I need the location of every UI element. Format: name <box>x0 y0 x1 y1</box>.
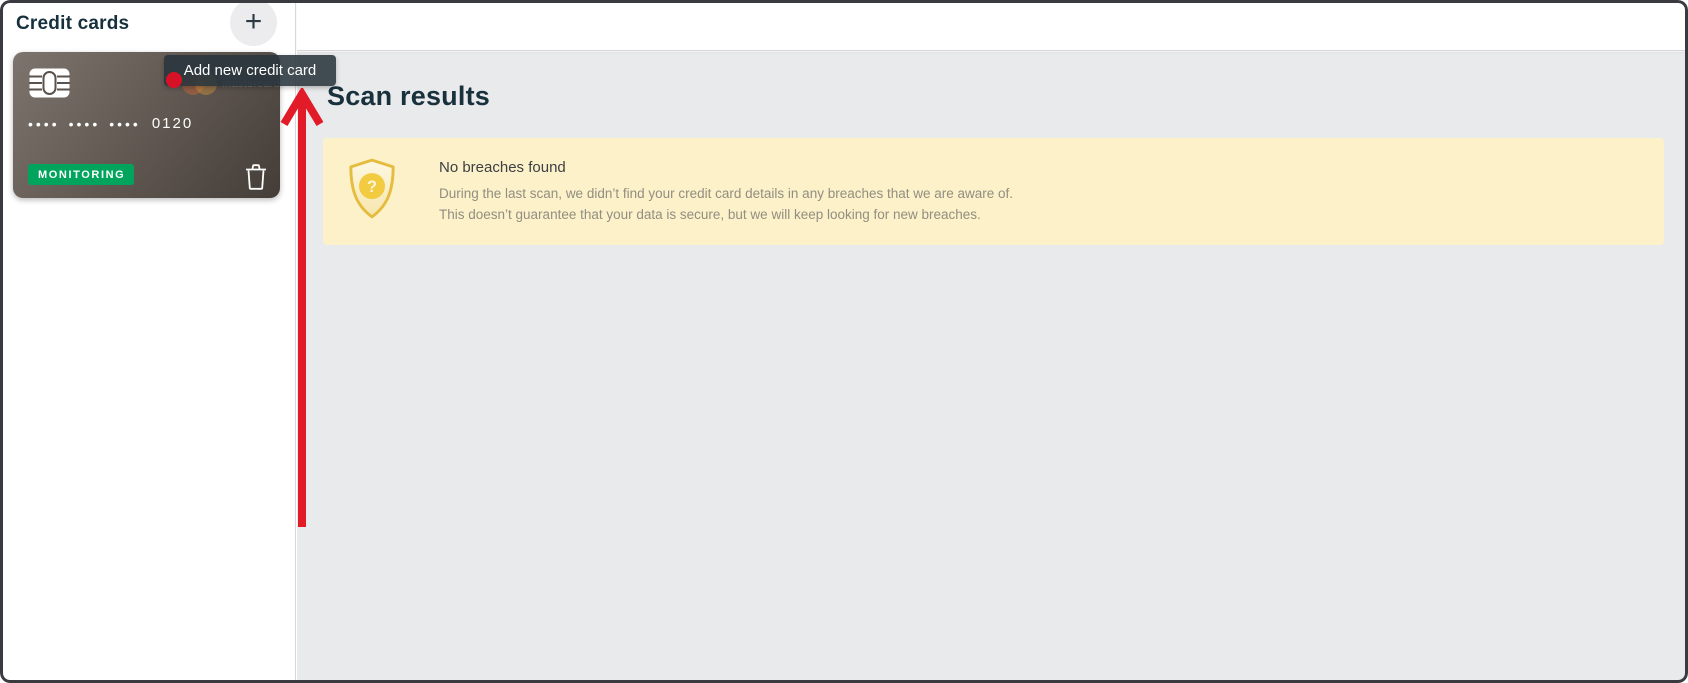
credit-cards-sidebar: Credit cards + •••• •••• •••• 0120 MONIT… <box>0 0 296 683</box>
masked-group: •••• <box>109 115 141 132</box>
sidebar-header: Credit cards + <box>0 0 295 50</box>
delete-card-button[interactable] <box>245 164 267 190</box>
app-window: Scan results ? No breaches found During … <box>0 0 1688 683</box>
masked-card-number: •••• •••• •••• 0120 <box>28 115 193 132</box>
svg-text:?: ? <box>367 178 377 196</box>
add-card-tooltip: Add new credit card <box>164 55 336 86</box>
add-credit-card-button[interactable]: + <box>230 0 277 46</box>
sidebar-title: Credit cards <box>16 13 130 34</box>
trash-icon <box>246 164 266 190</box>
card-last-digits: 0120 <box>151 115 194 132</box>
masked-group: •••• <box>28 115 60 132</box>
plus-icon: + <box>244 4 263 38</box>
card-chip-icon <box>29 68 70 103</box>
alert-line-1: During the last scan, we didn’t find you… <box>439 185 1014 201</box>
page-title: Scan results <box>327 81 490 111</box>
monitoring-status-badge: MONITORING <box>28 164 135 185</box>
scan-results-pane: Scan results ? No breaches found During … <box>297 52 1688 683</box>
annotation-red-arrow <box>280 88 324 527</box>
alert-line-2: This doesn’t guarantee that your data is… <box>439 206 981 222</box>
shield-question-icon: ? <box>347 157 397 226</box>
main-top-bar <box>297 0 1688 51</box>
no-breaches-alert: ? No breaches found During the last scan… <box>323 138 1664 245</box>
alert-title: No breaches found <box>439 158 566 176</box>
masked-group: •••• <box>68 115 101 132</box>
annotation-red-dot <box>166 72 182 88</box>
alert-text-block: No breaches found During the last scan, … <box>439 159 1013 225</box>
